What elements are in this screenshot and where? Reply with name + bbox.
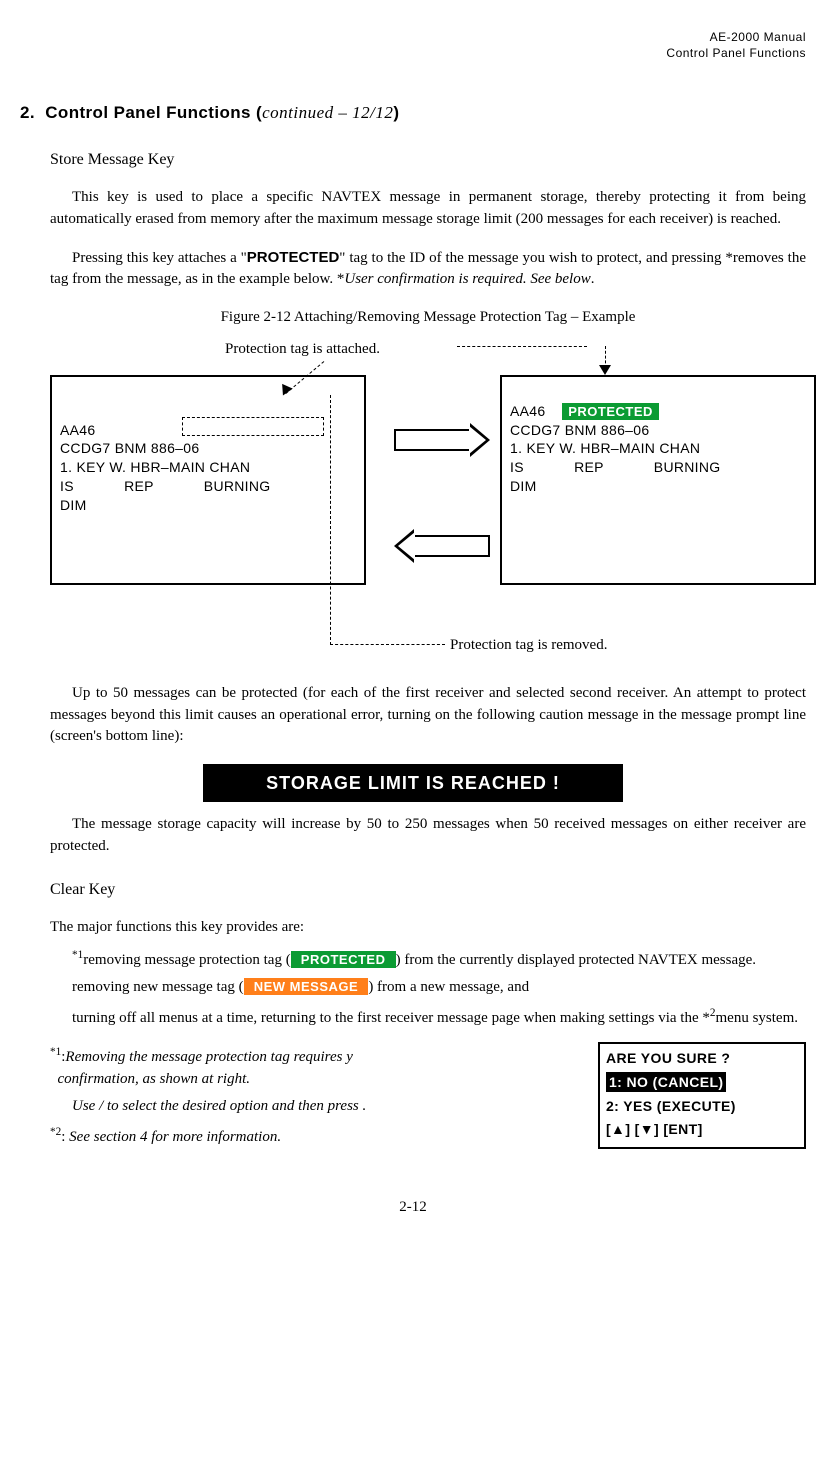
manual-title: AE-2000 Manual	[710, 30, 806, 44]
clear-f1a: removing message protection tag (	[83, 952, 290, 968]
confirm-question: ARE YOU SURE ?	[606, 1048, 798, 1068]
page-header: AE-2000 Manual Control Panel Functions	[20, 30, 806, 61]
page-number: 2-12	[20, 1197, 806, 1219]
screen-before: AA46 CCDG7 BNM 886–06 1. KEY W. HBR–MAIN…	[50, 375, 366, 585]
arrow-right-icon	[394, 429, 472, 451]
limit-p1-text: Up to 50 messages can be protected (for …	[50, 685, 806, 745]
protected-word: PROTECTED	[247, 249, 340, 266]
dashed-connector	[330, 395, 331, 645]
figure-caption: Figure 2-12 Attaching/Removing Message P…	[50, 307, 806, 329]
store-p2d: .	[591, 271, 595, 287]
clear-f3a: turning off all menus at a time, returni…	[72, 1010, 710, 1026]
dashed-placeholder	[182, 417, 324, 436]
chapter-name: Control Panel Functions	[666, 46, 806, 60]
screen-line: 1. KEY W. HBR–MAIN CHAN	[510, 440, 700, 456]
clear-f2b: ) from a new message, and	[368, 979, 529, 995]
limit-para-2: The message storage capacity will increa…	[50, 814, 806, 858]
limit-para-1: Up to 50 messages can be protected (for …	[50, 683, 806, 748]
new-message-badge: NEW MESSAGE	[244, 978, 369, 995]
arrowhead-icon	[599, 365, 611, 375]
store-para-2: Pressing this key attaches a "PROTECTED"…	[50, 247, 806, 292]
clear-key-heading: Clear Key	[50, 878, 806, 901]
store-para-1: This key is used to place a specific NAV…	[50, 187, 806, 231]
tag-removed-label: Protection tag is removed.	[450, 635, 607, 657]
clear-fn-1: *1removing message protection tag ( PROT…	[50, 947, 806, 972]
note1b: confirmation, as shown at right.	[58, 1071, 251, 1087]
store-p2a: Pressing this key attaches a "	[72, 250, 247, 266]
protected-badge: PROTECTED	[562, 403, 659, 420]
store-p1-text: This key is used to place a specific NAV…	[50, 189, 806, 227]
footnote-1-use: Use / to select the desired option and t…	[72, 1096, 576, 1118]
screen-after: AA46 PROTECTED CCDG7 BNM 886–06 1. KEY W…	[500, 375, 816, 585]
limit-p2-text: The message storage capacity will increa…	[50, 816, 806, 854]
screen-line: AA46 PROTECTED	[510, 403, 659, 419]
screen-line: DIM	[60, 497, 87, 513]
screen-line: DIM	[510, 478, 537, 494]
screen-line: IS REP BURNING	[60, 478, 270, 494]
confirm-dialog: ARE YOU SURE ? 1: NO (CANCEL) 2: YES (EX…	[598, 1042, 806, 1149]
confirm-keys: [▲] [▼] [ENT]	[606, 1119, 798, 1139]
section-heading: 2. Control Panel Functions (continued – …	[20, 101, 806, 126]
figure-area: Protection tag is attached. AA46 CCDG7 B…	[50, 339, 806, 669]
footnote-2: *2: See section 4 for more information.	[50, 1124, 576, 1149]
clear-fn-2: removing new message tag ( NEW MESSAGE )…	[50, 977, 806, 999]
section-title-text: Control Panel Functions	[45, 103, 251, 122]
clear-f3b: menu system.	[716, 1010, 799, 1026]
sup-2-label: *2	[50, 1126, 61, 1138]
store-p2c: User confirmation is required. See below	[344, 271, 590, 287]
protected-badge: PROTECTED	[291, 951, 396, 968]
screen-line: IS REP BURNING	[510, 459, 720, 475]
tag-attached-label: Protection tag is attached.	[225, 339, 380, 361]
note2-text: See section 4 for more information	[69, 1129, 277, 1145]
confirm-option-yes: 2: YES (EXECUTE)	[606, 1096, 798, 1116]
dashed-connector	[330, 644, 445, 645]
screen-line: AA46	[60, 422, 95, 438]
store-key-heading: Store Message Key	[50, 148, 806, 171]
arrow-left-icon	[394, 535, 490, 557]
clear-fn-3: turning off all menus at a time, returni…	[50, 1005, 806, 1030]
section-number: 2.	[20, 103, 35, 122]
footnote-1: *1:Removing the message protection tag r…	[50, 1044, 576, 1091]
sup-1: *1	[72, 949, 83, 961]
screen-text: AA46	[510, 403, 562, 419]
footnotes-area: ARE YOU SURE ? 1: NO (CANCEL) 2: YES (EX…	[50, 1044, 806, 1149]
screen-line: 1. KEY W. HBR–MAIN CHAN	[60, 459, 250, 475]
storage-limit-warning: STORAGE LIMIT IS REACHED !	[203, 764, 623, 802]
screen-line: CCDG7 BNM 886–06	[510, 422, 649, 438]
clear-f2a: removing new message tag (	[72, 979, 244, 995]
clear-f1b: ) from the currently displayed protected…	[396, 952, 756, 968]
confirm-option-no: 1: NO (CANCEL)	[606, 1072, 726, 1092]
sup-1-label: *1	[50, 1046, 61, 1058]
note1a: Removing the message protection tag requ…	[65, 1049, 352, 1065]
dashed-connector	[457, 346, 587, 347]
clear-intro: The major functions this key provides ar…	[50, 917, 806, 939]
screen-line: CCDG7 BNM 886–06	[60, 440, 199, 456]
section-continued: continued – 12/12	[262, 103, 393, 122]
